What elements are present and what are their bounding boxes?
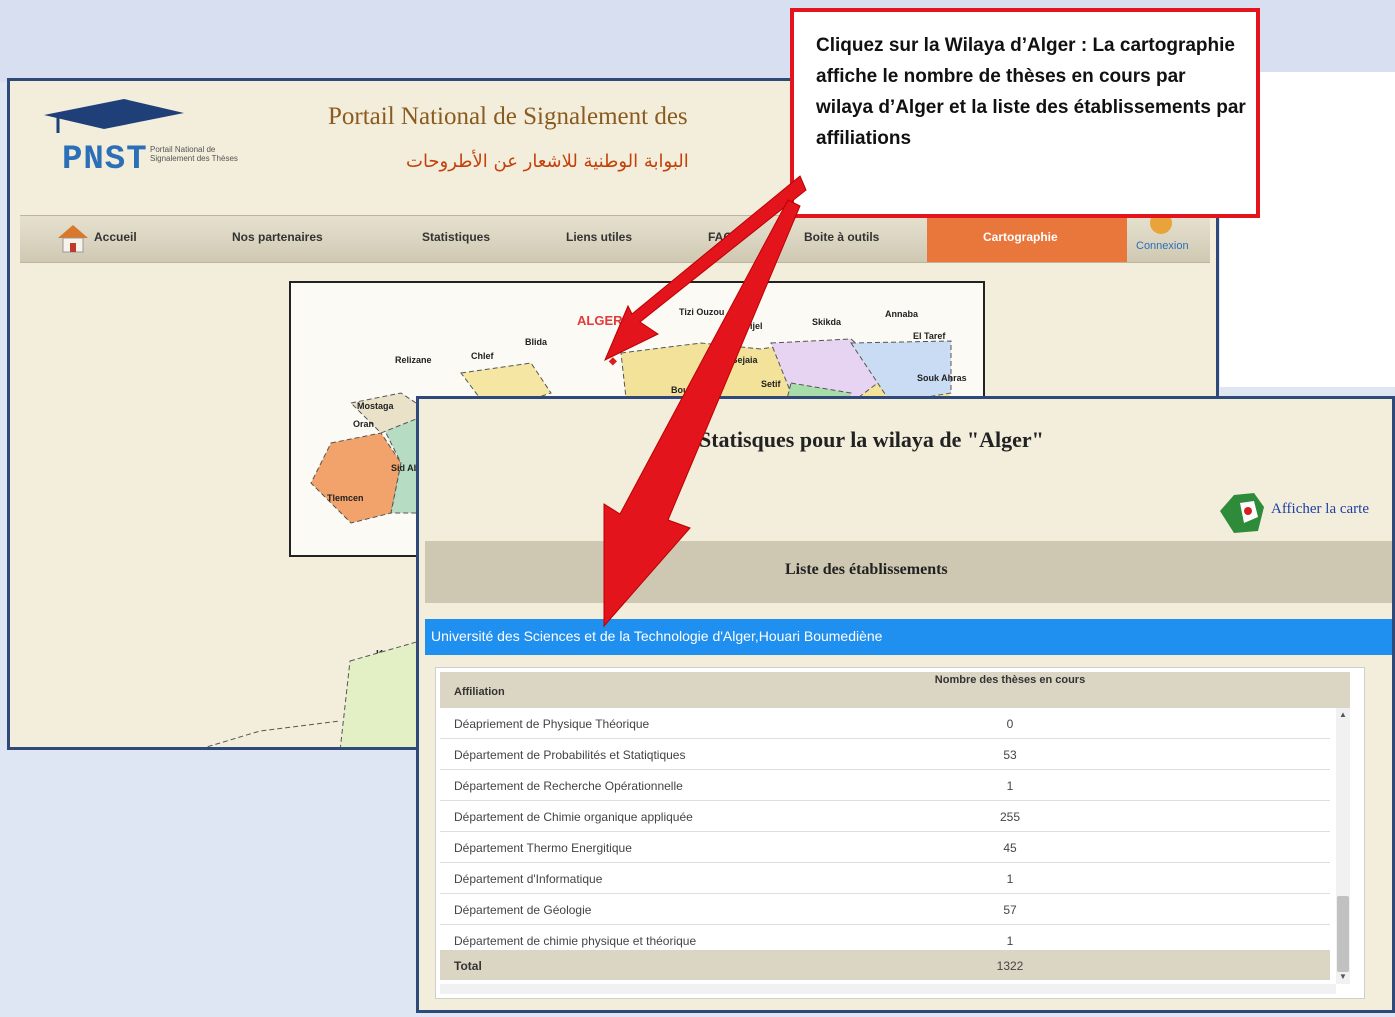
stats-title: Statisques pour la wilaya de "Alger" — [699, 427, 1044, 452]
affiliation-name: Département de Recherche Opérationnelle — [454, 779, 683, 793]
main-nav: Accueil Nos partenaires Statistiques Lie… — [20, 212, 1210, 263]
nav-connexion[interactable]: Connexion — [1136, 240, 1189, 252]
table-horizontal-scrollbar[interactable] — [440, 984, 1336, 994]
table-total-row: Total 1322 — [440, 950, 1330, 980]
map-label-bejaia[interactable]: Bejaia — [731, 355, 758, 365]
portal-title: Portail National de Signalement des — [328, 103, 688, 130]
affiliation-name: Département Thermo Energitique — [454, 841, 632, 855]
thesis-count: 53 — [1003, 748, 1017, 762]
affiliation-table: Affiliation Nombre des thèses en cours D… — [435, 667, 1365, 999]
map-label-skikda[interactable]: Skikda — [812, 317, 841, 327]
map-label-eltaref[interactable]: El Taref — [913, 331, 945, 341]
nav-cartographie[interactable]: Cartographie — [927, 216, 1127, 262]
table-row[interactable]: Département de Probabilités et Statiqtiq… — [440, 739, 1330, 770]
establishment-name: Université des Sciences et de la Technol… — [431, 628, 883, 644]
thesis-count: 1 — [1006, 779, 1014, 793]
alger-marker-icon[interactable]: ◆ — [609, 356, 617, 367]
nav-liens-utiles[interactable]: Liens utiles — [566, 230, 632, 244]
map-label-tizi-ouzou[interactable]: Tizi Ouzou — [679, 307, 724, 317]
map-label-relizane[interactable]: Relizane — [395, 355, 432, 365]
map-label-setif[interactable]: Setif — [761, 379, 781, 389]
table-row[interactable]: Département de Recherche Opérationnelle 1 — [440, 770, 1330, 801]
affiliation-name: Département de Géologie — [454, 903, 592, 917]
map-label-oran[interactable]: Oran — [353, 419, 374, 429]
map-lower-region — [204, 640, 421, 747]
thesis-count: 1 — [1006, 934, 1014, 948]
establishment-row[interactable]: Université des Sciences et de la Technol… — [425, 619, 1392, 655]
nav-accueil[interactable]: Accueil — [94, 230, 137, 244]
table-header: Affiliation Nombre des thèses en cours — [440, 672, 1350, 708]
callout-text: Cliquez sur la Wilaya d’Alger : La carto… — [816, 35, 1246, 149]
affiliation-name: Département d'Informatique — [454, 872, 603, 886]
thesis-count: 57 — [1003, 903, 1017, 917]
nav-boite-outils[interactable]: Boite à outils — [804, 230, 879, 244]
home-icon[interactable] — [56, 222, 90, 254]
table-row[interactable]: Déapriement de Physique Théorique 0 — [440, 708, 1330, 739]
nav-partenaires[interactable]: Nos partenaires — [232, 230, 323, 244]
nav-statistiques[interactable]: Statistiques — [422, 230, 490, 244]
affiliation-name: Département de chimie physique et théori… — [454, 934, 697, 948]
nav-faq[interactable]: FAQ — [708, 230, 733, 244]
thesis-count: 45 — [1003, 841, 1017, 855]
table-row[interactable]: Département Thermo Energitique 45 — [440, 832, 1330, 863]
pnst-logo: PNST Portail National de Signalement des… — [32, 95, 242, 195]
statistics-window: Statisques pour la wilaya de "Alger" Aff… — [416, 396, 1395, 1013]
table-vertical-scrollbar[interactable]: ▲ ▼ — [1336, 708, 1350, 984]
scroll-down-icon[interactable]: ▼ — [1339, 972, 1347, 981]
thesis-count: 255 — [999, 810, 1021, 824]
total-value: 1322 — [996, 959, 1024, 973]
table-body: Déapriement de Physique Théorique 0 Dépar… — [440, 708, 1330, 956]
establishments-header: Liste des établissements — [425, 541, 1392, 603]
table-row[interactable]: Département de Géologie 57 — [440, 894, 1330, 925]
table-row[interactable]: Département d'Informatique 1 — [440, 863, 1330, 894]
map-label-blida[interactable]: Blida — [525, 337, 547, 347]
col-count-header[interactable]: Nombre des thèses en cours — [930, 674, 1090, 687]
map-label-souk-ahras[interactable]: Souk Ahras — [917, 373, 967, 383]
map-label-jijel[interactable]: Jijel — [745, 321, 763, 331]
map-label-chlef[interactable]: Chlef — [471, 351, 494, 361]
graduation-cap-icon — [44, 99, 184, 133]
affiliation-name: Déapriement de Physique Théorique — [454, 717, 650, 731]
map-label-alger[interactable]: ALGER — [577, 313, 623, 328]
logo-subtitle: Portail National de Signalement des Thès… — [150, 145, 238, 163]
affiliation-name: Département de Probabilités et Statiqtiq… — [454, 748, 686, 762]
map-label-sidi-bel-abbes[interactable]: Sid Abb — [391, 463, 425, 473]
col-affiliation-header[interactable]: Affiliation — [454, 686, 505, 698]
establishments-header-label: Liste des établissements — [785, 561, 948, 578]
nav-cartographie-label: Cartographie — [983, 230, 1058, 244]
instruction-callout: Cliquez sur la Wilaya d’Alger : La carto… — [790, 8, 1260, 218]
map-label-mostaga[interactable]: Mostaga — [357, 401, 394, 411]
logo-text: PNST — [62, 141, 148, 179]
map-label-tlemcen[interactable]: Tlemcen — [327, 493, 364, 503]
scrollbar-thumb[interactable] — [1337, 896, 1349, 972]
thesis-count: 1 — [1006, 872, 1014, 886]
map-label-boui[interactable]: Boui — [671, 385, 691, 395]
map-label-annaba[interactable]: Annaba — [885, 309, 918, 319]
affiliation-name: Département de Chimie organique appliqué… — [454, 810, 693, 824]
total-label: Total — [454, 959, 482, 973]
algeria-map-icon[interactable] — [1214, 487, 1268, 537]
scroll-up-icon[interactable]: ▲ — [1339, 710, 1347, 719]
show-map-link[interactable]: Afficher la carte — [1271, 501, 1369, 518]
thesis-count: 0 — [1006, 717, 1014, 731]
table-row[interactable]: Département de Chimie organique appliqué… — [440, 801, 1330, 832]
portal-title-arabic: البوابة الوطنية للاشعار عن الأطروحات — [406, 151, 689, 172]
